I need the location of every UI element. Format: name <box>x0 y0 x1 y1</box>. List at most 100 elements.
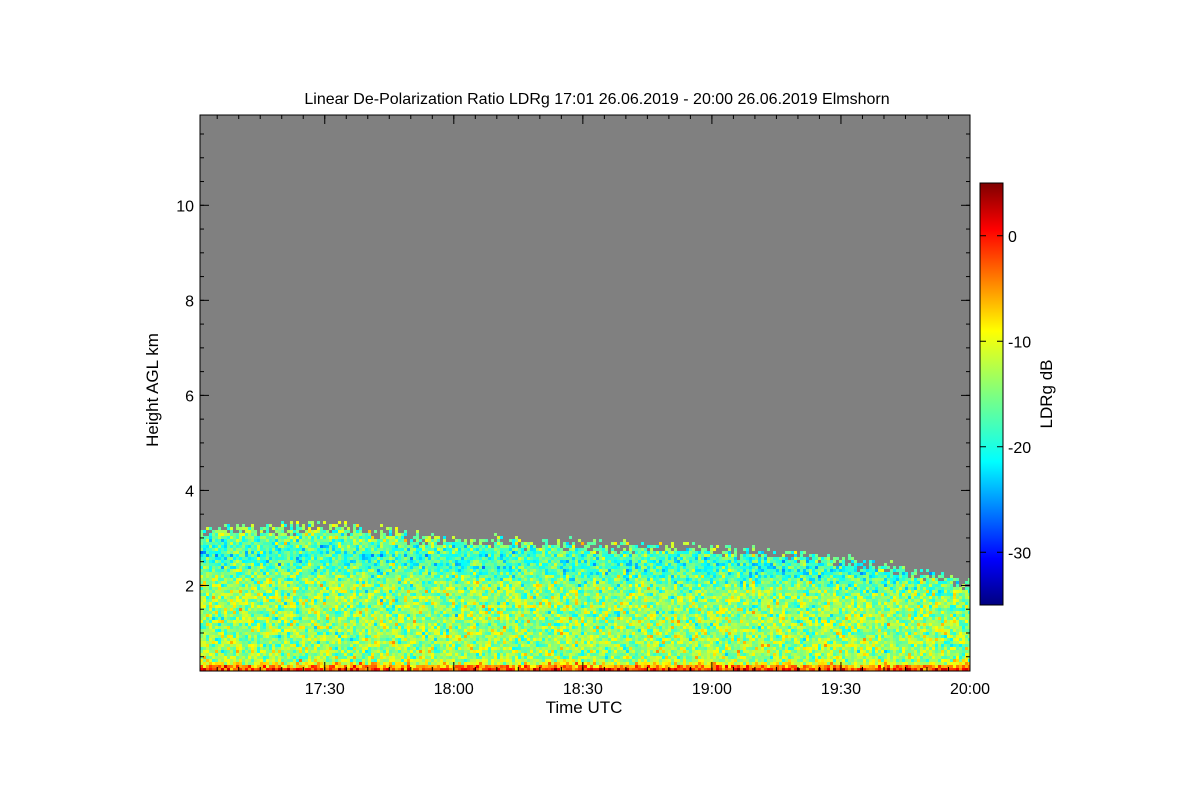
ldr-cell <box>281 662 284 665</box>
ldr-cell <box>218 641 221 644</box>
ldr-cell <box>491 656 494 659</box>
ldr-cell <box>485 578 488 581</box>
ldr-cell <box>467 578 470 581</box>
ldr-cell <box>266 596 269 599</box>
ldr-cell <box>416 533 419 536</box>
ldr-cell <box>272 545 275 548</box>
ldr-cell <box>356 656 359 659</box>
ldr-cell <box>323 647 326 650</box>
ldr-cell <box>455 659 458 662</box>
ldr-cell <box>470 614 473 617</box>
ldr-cell <box>314 623 317 626</box>
ldr-cell <box>341 665 344 668</box>
ldr-cell <box>431 578 434 581</box>
ldr-cell <box>467 602 470 605</box>
ldr-cell <box>284 662 287 665</box>
ldr-cell <box>212 623 215 626</box>
ldr-cell <box>254 656 257 659</box>
ldr-cell <box>281 533 284 536</box>
ldr-cell <box>293 647 296 650</box>
ldr-cell <box>335 623 338 626</box>
ldr-cell <box>248 533 251 536</box>
ldr-cell <box>230 644 233 647</box>
ldr-cell <box>470 545 473 548</box>
ldr-cell <box>431 617 434 620</box>
ldr-cell <box>497 587 500 590</box>
ldr-cell <box>428 620 431 623</box>
ldr-cell <box>233 578 236 581</box>
ldr-cell <box>440 650 443 653</box>
ldr-cell <box>365 548 368 551</box>
ldr-cell <box>218 578 221 581</box>
ldr-cell <box>311 548 314 551</box>
ldr-cell <box>449 599 452 602</box>
ldr-cell <box>293 536 296 539</box>
ldr-cell <box>338 650 341 653</box>
ldr-cell <box>326 563 329 566</box>
ldr-cell <box>272 608 275 611</box>
ldr-cell <box>212 545 215 548</box>
ldr-cell <box>509 665 512 668</box>
ldr-cell <box>302 620 305 623</box>
ldr-cell <box>248 620 251 623</box>
ldr-cell <box>308 641 311 644</box>
ldr-cell <box>320 542 323 545</box>
ldr-cell <box>377 608 380 611</box>
ldr-cell <box>518 650 521 653</box>
ldr-cell <box>365 539 368 542</box>
ldr-cell <box>491 653 494 656</box>
ldr-cell <box>464 617 467 620</box>
ldr-cell <box>377 611 380 614</box>
ldr-cell <box>320 557 323 560</box>
ldr-cell <box>353 617 356 620</box>
ldr-cell <box>422 662 425 665</box>
ldr-cell <box>320 539 323 542</box>
ldr-cell <box>404 572 407 575</box>
ldr-cell <box>395 611 398 614</box>
ldr-cell <box>263 638 266 641</box>
ldr-cell <box>326 656 329 659</box>
ldr-cell <box>242 638 245 641</box>
ldr-cell <box>350 632 353 635</box>
ldr-cell <box>404 611 407 614</box>
ldr-cell <box>503 605 506 608</box>
ldr-cell <box>380 608 383 611</box>
ldr-cell <box>278 539 281 542</box>
ldr-cell <box>461 572 464 575</box>
ldr-cell <box>425 617 428 620</box>
ldr-cell <box>437 662 440 665</box>
ldr-cell <box>470 641 473 644</box>
ldr-cell <box>284 605 287 608</box>
ldr-cell <box>407 632 410 635</box>
ldr-cell <box>362 563 365 566</box>
ldr-cell <box>269 605 272 608</box>
ldr-cell <box>314 551 317 554</box>
ldr-cell <box>302 626 305 629</box>
ldr-cell <box>218 581 221 584</box>
ldr-cell <box>398 548 401 551</box>
ldr-cell <box>275 647 278 650</box>
ldr-cell <box>230 557 233 560</box>
ldr-cell <box>464 590 467 593</box>
ldr-cell <box>497 560 500 563</box>
ldr-cell <box>362 593 365 596</box>
ldr-cell <box>497 617 500 620</box>
ldr-cell <box>512 545 515 548</box>
ldr-cell <box>476 656 479 659</box>
ldr-cell <box>473 659 476 662</box>
ldr-cell <box>251 599 254 602</box>
ldr-cell <box>377 593 380 596</box>
ldr-cell <box>362 626 365 629</box>
ldr-cell <box>482 611 485 614</box>
ldr-cell <box>275 614 278 617</box>
ldr-cell <box>410 584 413 587</box>
ldr-cell <box>212 536 215 539</box>
ldr-cell <box>230 662 233 665</box>
ldr-cell <box>374 587 377 590</box>
ldr-cell <box>485 647 488 650</box>
ldr-cell <box>212 578 215 581</box>
ldr-cell <box>443 617 446 620</box>
ldr-cell <box>374 626 377 629</box>
ldr-cell <box>500 584 503 587</box>
ldr-cell <box>389 536 392 539</box>
